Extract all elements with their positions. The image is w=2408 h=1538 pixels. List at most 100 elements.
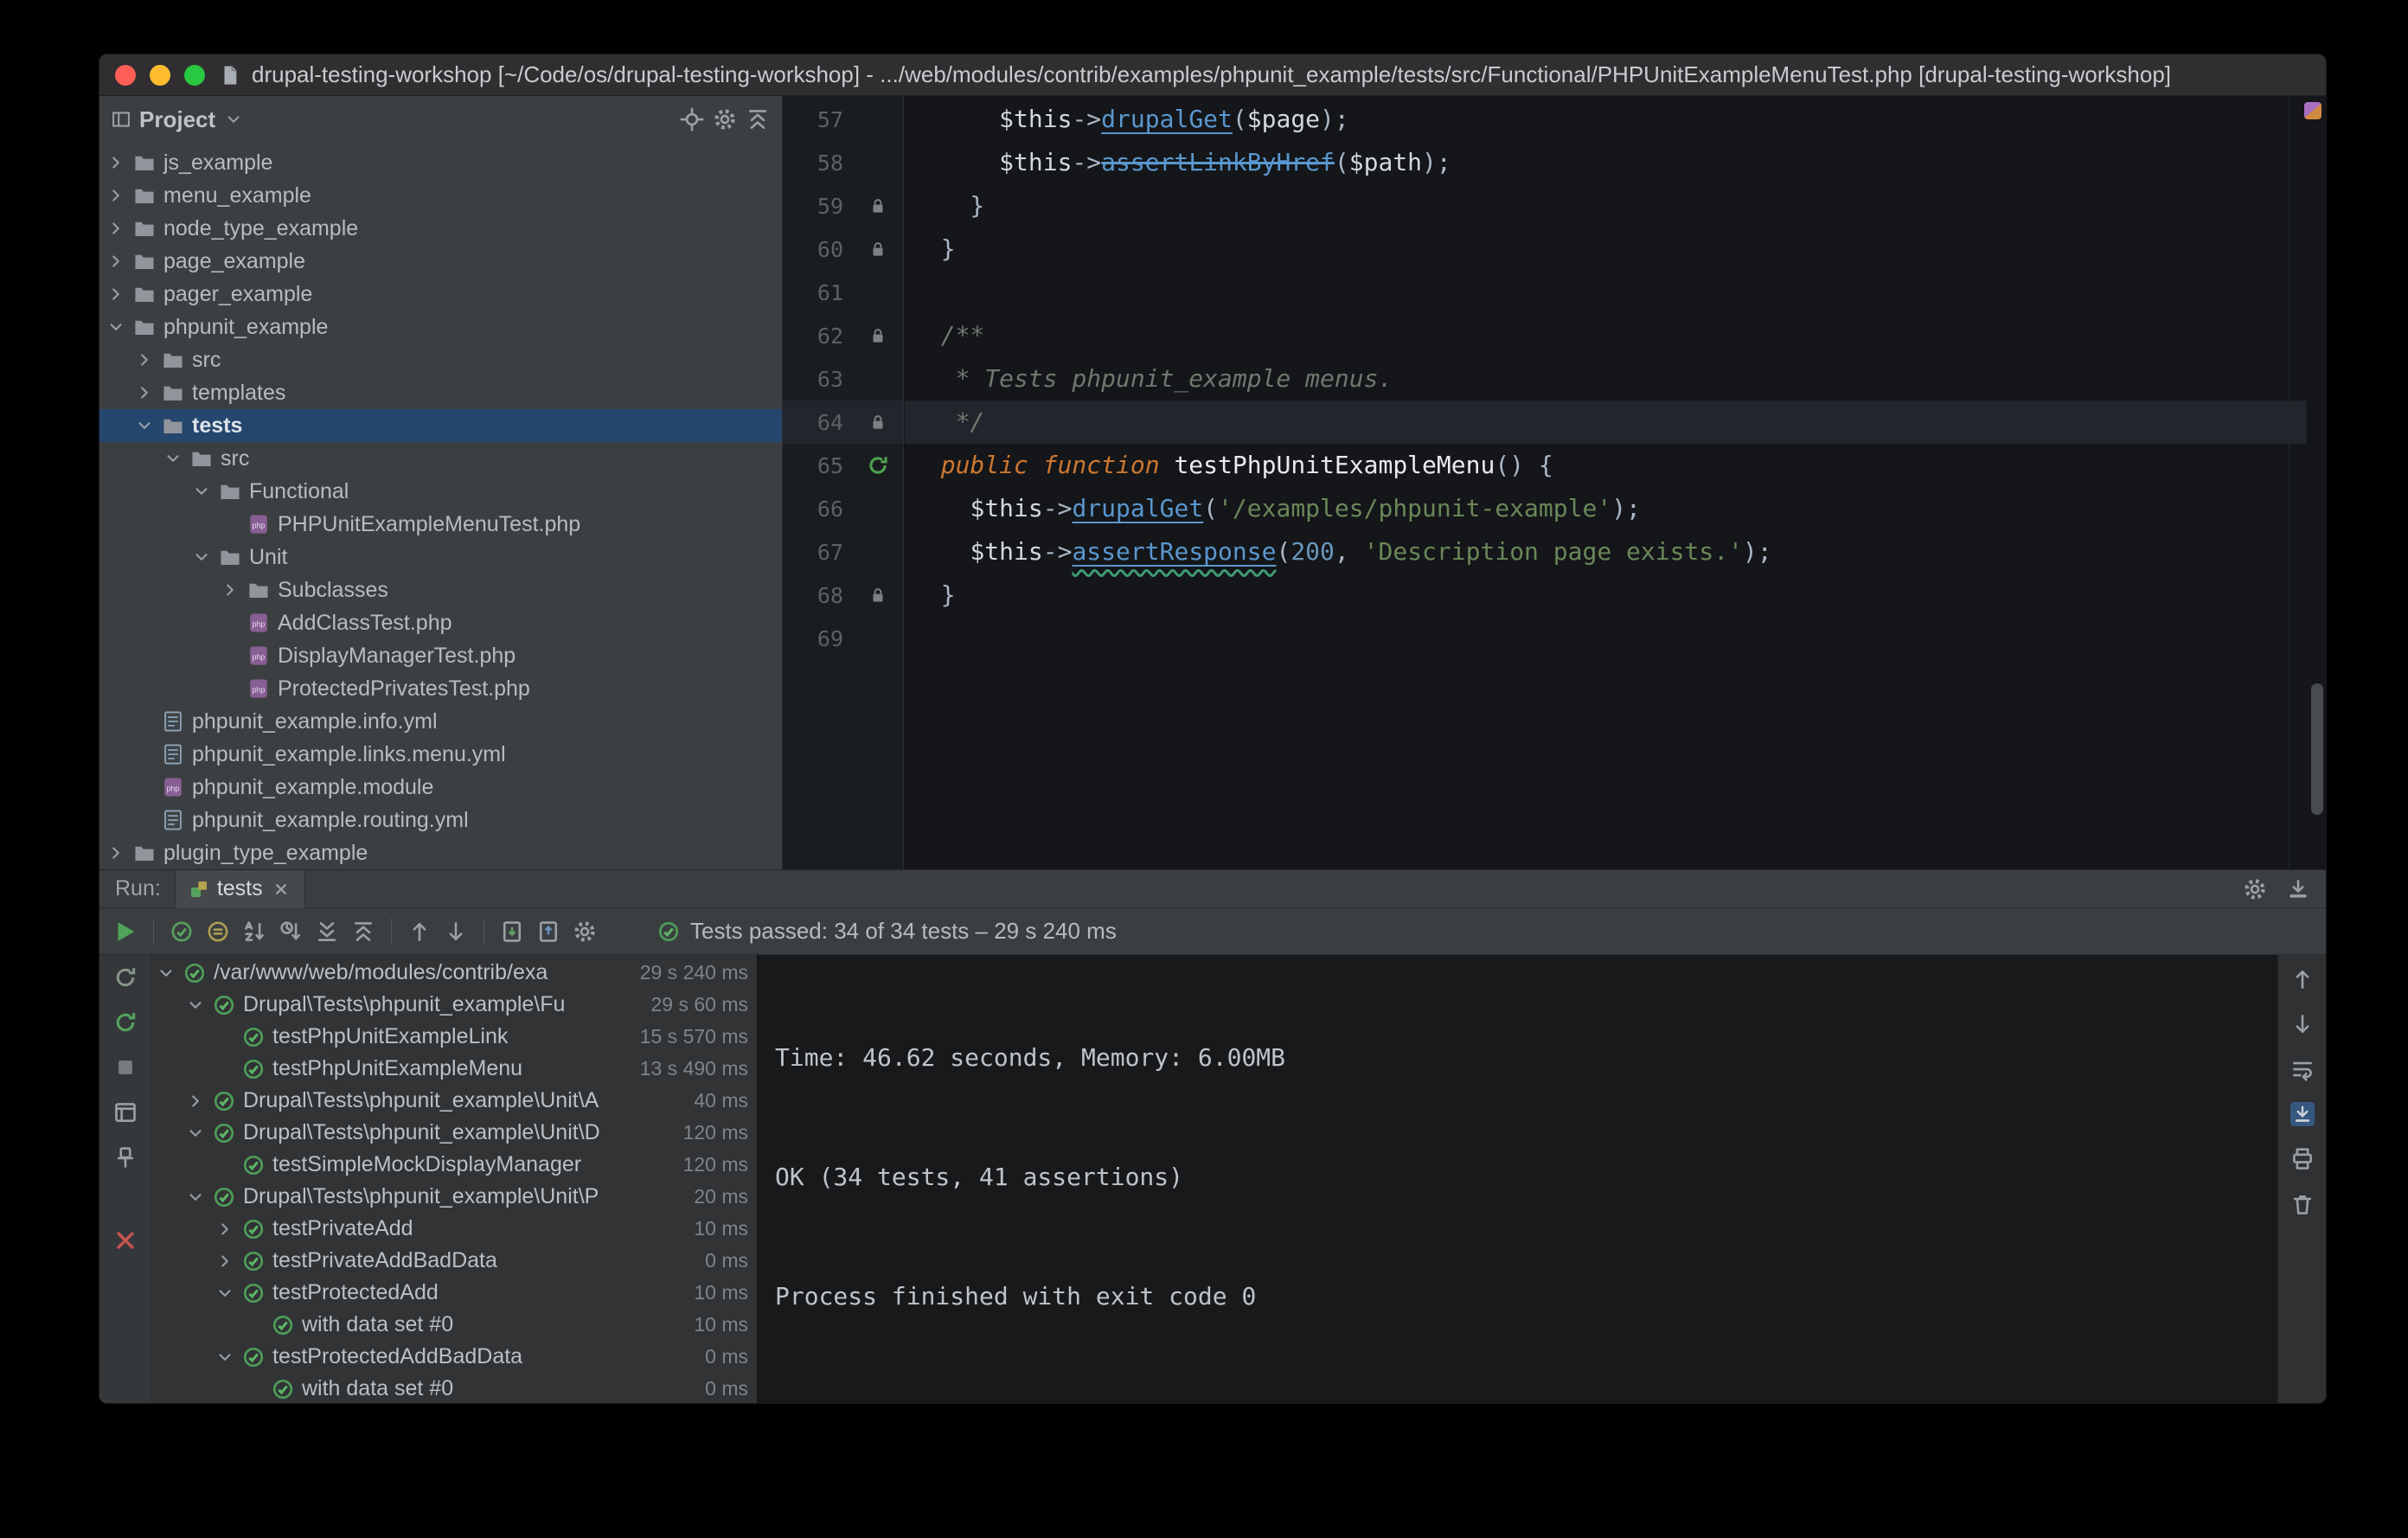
chevron-right-icon[interactable] bbox=[135, 383, 154, 402]
test-tree-item[interactable]: Drupal\Tests\phpunit_example\Unit\P 20 ms bbox=[151, 1181, 757, 1213]
chevron-right-icon[interactable] bbox=[221, 580, 240, 599]
arrow-down-icon[interactable] bbox=[444, 920, 468, 944]
project-tree-item[interactable]: phpunit_example.links.menu.yml bbox=[99, 738, 782, 771]
collapse-all-icon[interactable] bbox=[746, 107, 770, 131]
editor-gutter[interactable]: 57 58 59 60 61 62 63 64 65 66 67 68 69 bbox=[783, 96, 904, 869]
test-tree-item[interactable]: testPrivateAdd 10 ms bbox=[151, 1213, 757, 1245]
test-tree-item[interactable]: testSimpleMockDisplayManager 120 ms bbox=[151, 1149, 757, 1181]
project-tree-item[interactable]: page_example bbox=[99, 245, 782, 278]
code-line[interactable] bbox=[905, 617, 2307, 660]
editor-code-area[interactable]: $this->drupalGet($page); $this->assertLi… bbox=[905, 96, 2307, 869]
pin-icon[interactable] bbox=[113, 1145, 138, 1170]
zoom-window-button[interactable] bbox=[184, 64, 205, 86]
hide-panel-icon[interactable] bbox=[2286, 877, 2310, 901]
project-tree-item[interactable]: php ProtectedPrivatesTest.php bbox=[99, 672, 782, 705]
code-line[interactable]: $this->assertResponse(200, 'Description … bbox=[905, 530, 2307, 574]
code-line[interactable]: $this->drupalGet('/examples/phpunit-exam… bbox=[905, 487, 2307, 530]
chevron-right-icon[interactable] bbox=[106, 252, 125, 271]
code-line[interactable]: $this->drupalGet($page); bbox=[905, 98, 2307, 141]
chevron-right-icon[interactable] bbox=[106, 843, 125, 862]
project-tree-item[interactable]: pager_example bbox=[99, 278, 782, 311]
project-tree-item[interactable]: plugin_type_example bbox=[99, 836, 782, 869]
code-line[interactable]: } bbox=[905, 574, 2307, 617]
restore-layout-icon[interactable] bbox=[113, 1100, 138, 1125]
inspection-status-indicator[interactable] bbox=[2304, 102, 2322, 119]
test-tree-item[interactable]: with data set #0 10 ms bbox=[151, 1309, 757, 1341]
gear-icon[interactable] bbox=[2243, 877, 2267, 901]
test-tree-item[interactable]: testPhpUnitExampleMenu 13 s 490 ms bbox=[151, 1053, 757, 1085]
project-tree-item[interactable]: php DisplayManagerTest.php bbox=[99, 639, 782, 672]
chevron-down-icon[interactable] bbox=[186, 1188, 205, 1207]
project-tree-item[interactable]: php PHPUnitExampleMenuTest.php bbox=[99, 508, 782, 541]
minimize-window-button[interactable] bbox=[150, 64, 170, 86]
chevron-right-icon[interactable] bbox=[135, 350, 154, 369]
gutter-line[interactable]: 57 bbox=[783, 98, 903, 141]
test-tree-item[interactable]: Drupal\Tests\phpunit_example\Unit\D 120 m… bbox=[151, 1117, 757, 1149]
rerun-failed-icon[interactable] bbox=[113, 1010, 138, 1035]
project-tree-item[interactable]: Functional bbox=[99, 475, 782, 508]
chevron-down-icon[interactable] bbox=[192, 482, 211, 501]
chevron-down-icon[interactable] bbox=[192, 548, 211, 567]
scroll-end-icon[interactable] bbox=[2290, 1102, 2315, 1126]
project-tree-item[interactable]: src bbox=[99, 442, 782, 475]
chevron-right-icon[interactable] bbox=[186, 1092, 205, 1111]
chevron-down-icon[interactable] bbox=[215, 1348, 234, 1367]
gutter-line[interactable]: 59 bbox=[783, 184, 903, 227]
project-tree-item[interactable]: Unit bbox=[99, 541, 782, 574]
show-ignored-icon[interactable] bbox=[206, 920, 230, 944]
chevron-down-icon[interactable] bbox=[163, 449, 183, 468]
run-tab-tests[interactable]: tests bbox=[174, 869, 305, 908]
code-line[interactable]: * Tests phpunit_example menus. bbox=[905, 357, 2307, 401]
gutter-line[interactable]: 66 bbox=[783, 487, 903, 530]
test-tree-item[interactable]: /var/www/web/modules/contrib/exa 29 s 240… bbox=[151, 957, 757, 989]
close-icon[interactable] bbox=[113, 1228, 138, 1253]
project-tree-item[interactable]: phpunit_example bbox=[99, 311, 782, 343]
play-icon[interactable] bbox=[112, 919, 138, 945]
gear-icon[interactable] bbox=[713, 107, 737, 131]
chevron-down-icon[interactable] bbox=[186, 1124, 205, 1143]
expand-all-icon[interactable] bbox=[315, 920, 339, 944]
rerun-icon[interactable] bbox=[113, 965, 138, 990]
gutter-line[interactable]: 65 bbox=[783, 444, 903, 487]
code-line[interactable]: */ bbox=[905, 401, 2307, 444]
project-tree-item[interactable]: Subclasses bbox=[99, 574, 782, 606]
code-editor[interactable]: 57 58 59 60 61 62 63 64 65 66 67 68 69 $this->drupal… bbox=[783, 96, 2326, 869]
project-tree-item[interactable]: templates bbox=[99, 376, 782, 409]
test-tree-item[interactable]: testPhpUnitExampleLink 15 s 570 ms bbox=[151, 1021, 757, 1053]
import-results-icon[interactable] bbox=[536, 920, 560, 944]
collapse-all-icon[interactable] bbox=[351, 920, 375, 944]
chevron-down-icon[interactable] bbox=[186, 996, 205, 1015]
close-window-button[interactable] bbox=[115, 64, 136, 86]
arrow-down-icon[interactable] bbox=[2290, 1012, 2315, 1036]
chevron-right-icon[interactable] bbox=[106, 219, 125, 238]
gutter-line[interactable]: 62 bbox=[783, 314, 903, 357]
console-output[interactable]: Time: 46.62 seconds, Memory: 6.00MB OK (3… bbox=[757, 955, 2277, 1403]
chevron-right-icon[interactable] bbox=[215, 1252, 234, 1271]
gutter-line[interactable]: 60 bbox=[783, 227, 903, 271]
project-tree-item[interactable]: php AddClassTest.php bbox=[99, 606, 782, 639]
test-tree-item[interactable]: Drupal\Tests\phpunit_example\Fu 29 s 60 m… bbox=[151, 989, 757, 1021]
run-test-icon[interactable] bbox=[867, 454, 889, 477]
arrow-up-icon[interactable] bbox=[407, 920, 432, 944]
project-tree-item[interactable]: menu_example bbox=[99, 179, 782, 212]
test-tree-item[interactable]: Drupal\Tests\phpunit_example\Unit\A 40 ms bbox=[151, 1085, 757, 1117]
gear-icon[interactable] bbox=[573, 920, 597, 944]
test-tree-item[interactable]: testProtectedAdd 10 ms bbox=[151, 1277, 757, 1309]
gutter-line[interactable]: 61 bbox=[783, 271, 903, 314]
project-tree-item[interactable]: js_example bbox=[99, 146, 782, 179]
project-panel-title[interactable]: Project bbox=[139, 106, 215, 133]
locate-file-icon[interactable] bbox=[680, 107, 704, 131]
clear-all-icon[interactable] bbox=[2290, 1192, 2315, 1216]
gutter-line[interactable]: 64 bbox=[783, 401, 903, 444]
test-tree-item[interactable]: testPrivateAddBadData 0 ms bbox=[151, 1245, 757, 1277]
chevron-down-icon[interactable] bbox=[157, 964, 176, 983]
arrow-up-icon[interactable] bbox=[2290, 967, 2315, 991]
chevron-right-icon[interactable] bbox=[106, 186, 125, 205]
print-icon[interactable] bbox=[2290, 1147, 2315, 1171]
chevron-right-icon[interactable] bbox=[106, 285, 125, 304]
stop-icon[interactable] bbox=[113, 1055, 138, 1080]
project-tree-item[interactable]: phpunit_example.routing.yml bbox=[99, 804, 782, 836]
project-tree-item[interactable]: tests bbox=[99, 409, 782, 442]
code-line[interactable]: $this->assertLinkByHref($path); bbox=[905, 141, 2307, 184]
gutter-line[interactable]: 68 bbox=[783, 574, 903, 617]
